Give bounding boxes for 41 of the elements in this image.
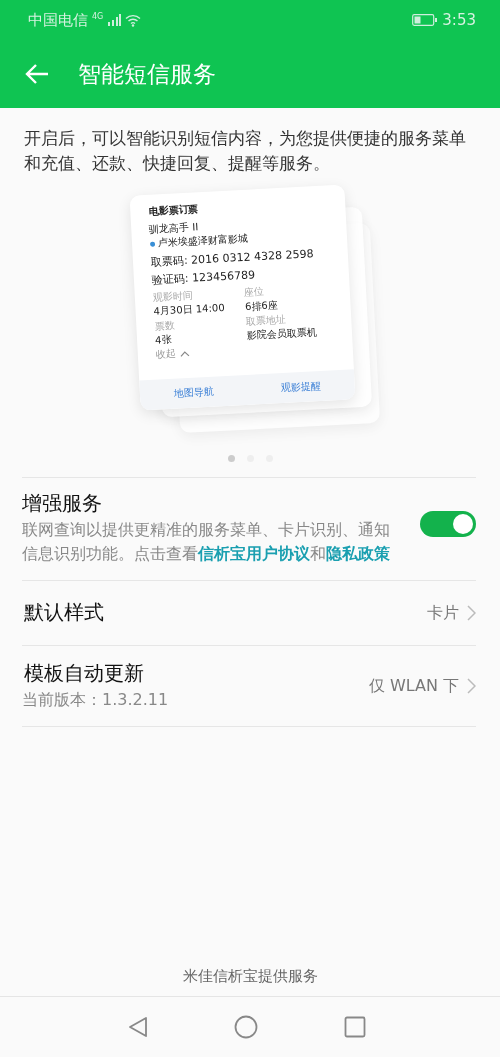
chevron-right-icon <box>467 605 476 621</box>
movie-name: 驯龙高手 II <box>148 220 200 236</box>
field-value: 4张 <box>154 332 173 348</box>
toggle-switch[interactable] <box>420 511 476 537</box>
signal-icon <box>107 14 122 26</box>
ticket-code: 取票码: 2016 0312 4328 2598 <box>150 247 315 270</box>
back-icon[interactable] <box>128 1016 148 1038</box>
field-value: 6排6座 <box>244 298 279 314</box>
card-action: 观影提醒 <box>280 379 322 396</box>
setting-description: 联网查询以提供更精准的服务菜单、卡片识别、通知信息识别功能。点击查看信析宝用户协议和隐私政策 <box>22 519 391 565</box>
chevron-right-icon <box>467 678 476 694</box>
home-icon[interactable] <box>234 1015 258 1039</box>
battery-icon <box>412 14 439 26</box>
recent-apps-icon[interactable] <box>344 1016 366 1038</box>
wifi-icon <box>125 13 142 27</box>
back-button[interactable] <box>24 63 50 85</box>
card-action: 地图导航 <box>173 384 214 401</box>
carrier-name: 中国电信 <box>28 10 88 30</box>
footer-text: 米佳信析宝提供服务 <box>0 967 500 997</box>
setting-value: 卡片 <box>427 602 459 624</box>
chevron-up-icon <box>179 349 190 357</box>
setting-row[interactable]: 模板自动更新 当前版本：1.3.2.11 仅 WLAN 下 <box>22 646 476 727</box>
setting-title: 增强服务 <box>22 491 103 517</box>
setting-row[interactable]: 默认样式 卡片 <box>22 581 476 646</box>
field-value: 影院会员取票机 <box>246 326 318 343</box>
setting-title: 模板自动更新 <box>23 661 145 687</box>
card-title: 电影票订票 <box>148 202 200 219</box>
field-label: 票数 <box>154 318 176 334</box>
page-title: 智能短信服务 <box>78 59 216 89</box>
field-label: 取票地址 <box>245 312 287 328</box>
version-text: 当前版本：1.3.2.11 <box>22 689 170 711</box>
location-dot-icon <box>149 241 156 247</box>
setting-title: 默认样式 <box>23 600 105 626</box>
verify-code: 验证码: 123456789 <box>151 267 257 287</box>
carousel-dot[interactable] <box>227 455 235 462</box>
network-type: 4G <box>92 12 104 21</box>
back-arrow-icon <box>24 63 50 85</box>
clock-time: 3:53 <box>442 11 476 29</box>
field-label: 座位 <box>243 284 266 300</box>
intro-text: 开启后，可以智能识别短信内容，为您提供便捷的服务菜单和充值、还款、快捷回复、提醒等服务。 <box>24 128 467 175</box>
setting-value: 仅 WLAN 下 <box>368 675 459 697</box>
